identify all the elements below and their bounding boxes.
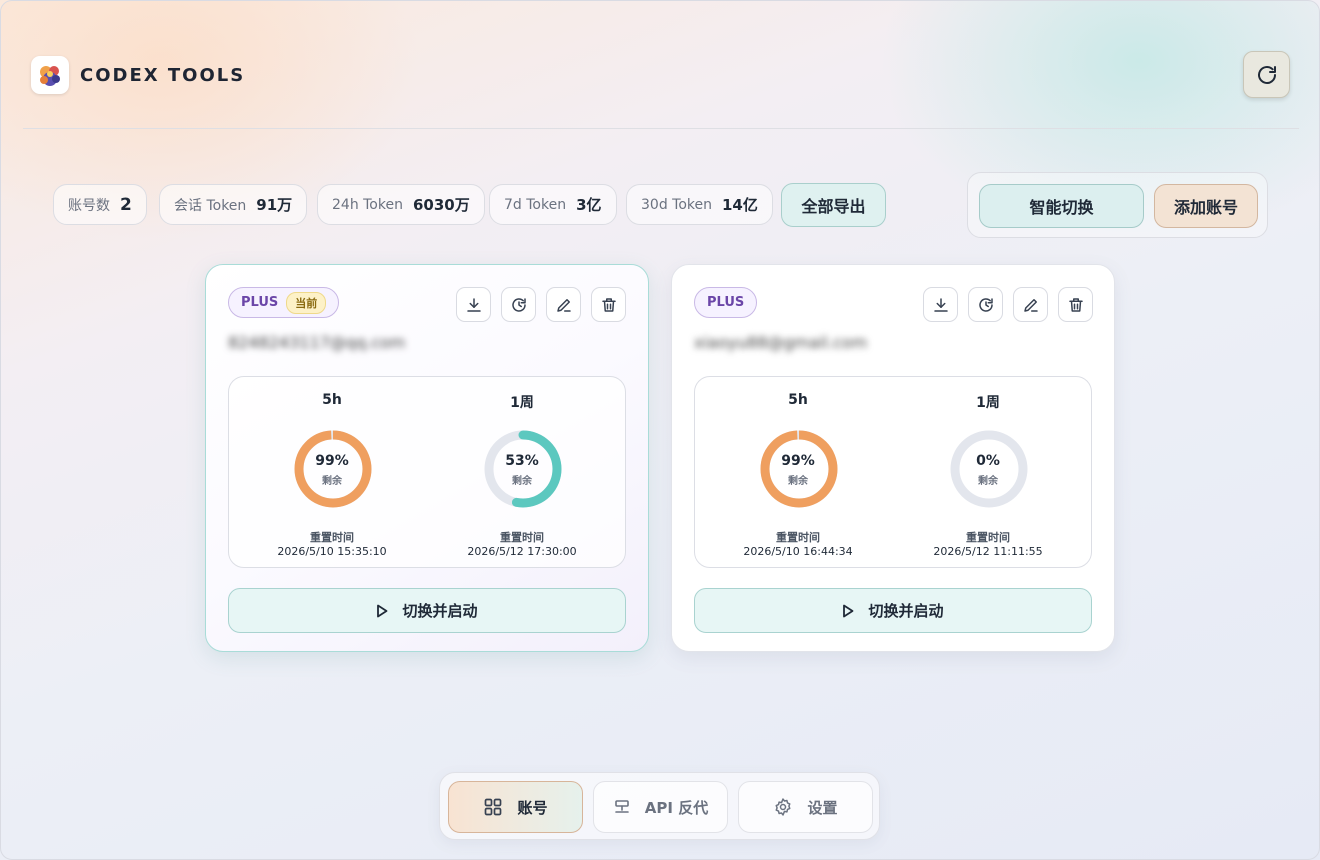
edit-icon	[1022, 296, 1040, 314]
usage-5h: 5h 99% 剩余 重置时间 2026/5/10 16:44:34	[703, 377, 893, 567]
usage-percent: 0%	[976, 453, 1000, 469]
app-logo-icon	[31, 56, 69, 94]
nav-label: 设置	[807, 798, 838, 817]
stat-7d-token: 7d Token 3亿	[489, 184, 617, 225]
nav-tab-api-proxy[interactable]: API 反代	[593, 781, 728, 833]
reset-label: 重置时间	[776, 531, 820, 544]
usage-panel: 5h 99% 剩余 重置时间 2026/5/10 16:44:34 1周 0% …	[694, 376, 1092, 568]
switch-and-launch-button[interactable]: 切换并启动	[694, 588, 1092, 633]
account-email: xiaoyu88@gmail.com	[694, 333, 868, 352]
header: CODEX TOOLS	[23, 41, 1299, 129]
play-icon	[842, 604, 868, 618]
stat-value: 2	[120, 194, 132, 215]
refresh-icon	[1255, 63, 1279, 87]
plan-badge: PLUS	[694, 287, 758, 318]
history-icon	[977, 296, 995, 314]
export-account-button[interactable]	[923, 287, 958, 322]
edit-account-button[interactable]	[1013, 287, 1048, 322]
refresh-usage-button[interactable]	[968, 287, 1003, 322]
play-icon	[376, 604, 402, 618]
stat-session-token: 会话 Token 91万	[159, 184, 308, 225]
stat-label: 30d Token	[641, 196, 712, 213]
usage-ring	[760, 430, 838, 508]
switch-and-launch-button[interactable]: 切换并启动	[228, 588, 626, 633]
nav-tab-accounts[interactable]: 账号	[448, 781, 583, 833]
refresh-usage-button[interactable]	[501, 287, 536, 322]
download-icon	[932, 296, 950, 314]
plan-label: PLUS	[707, 295, 745, 310]
usage-percent: 53%	[505, 453, 539, 469]
stat-value: 6030万	[412, 196, 470, 214]
stat-value: 14亿	[721, 196, 758, 214]
trash-icon	[1067, 296, 1085, 314]
current-tag: 当前	[286, 291, 327, 314]
usage-week: 1周 0% 剩余 重置时间 2026/5/12 11:11:55	[893, 377, 1083, 567]
usage-window-label: 5h	[788, 392, 808, 408]
usage-ring	[294, 430, 372, 508]
stat-30d-token: 30d Token 14亿	[626, 184, 773, 225]
reset-label: 重置时间	[966, 531, 1010, 544]
reset-label: 重置时间	[500, 531, 544, 544]
app-title: CODEX TOOLS	[80, 65, 246, 86]
plan-badge: PLUS 当前	[228, 287, 340, 318]
edit-icon	[555, 296, 573, 314]
stat-account-count: 账号数 2	[53, 184, 147, 225]
usage-week: 1周 53% 剩余 重置时间 2026/5/12 17:30:00	[427, 377, 617, 567]
delete-account-button[interactable]	[591, 287, 626, 322]
account-card: PLUS 当前 8248243117@qq.com 5h 99% 剩余 重置时间…	[205, 264, 649, 652]
nav-label: 账号	[517, 798, 548, 817]
export-account-button[interactable]	[456, 287, 491, 322]
usage-percent: 99%	[781, 453, 815, 469]
stat-label: 7d Token	[504, 196, 567, 213]
gear-icon	[773, 797, 793, 817]
nav-label: API 反代	[644, 798, 709, 817]
usage-remaining-label: 剩余	[322, 476, 342, 487]
add-account-button[interactable]: 添加账号	[1154, 184, 1258, 228]
refresh-button[interactable]	[1243, 51, 1290, 98]
usage-percent: 99%	[315, 453, 349, 469]
usage-window-label: 1周	[976, 395, 1000, 411]
stat-label: 账号数	[68, 197, 110, 214]
reset-time: 2026/5/12 17:30:00	[467, 545, 577, 558]
history-icon	[510, 296, 528, 314]
trash-icon	[600, 296, 618, 314]
usage-window-label: 5h	[322, 392, 342, 408]
usage-remaining-label: 剩余	[788, 476, 808, 487]
stat-label: 会话 Token	[174, 197, 247, 214]
export-all-button[interactable]: 全部导出	[781, 183, 886, 227]
reset-time: 2026/5/10 15:35:10	[277, 545, 387, 558]
reset-label: 重置时间	[310, 531, 354, 544]
usage-5h: 5h 99% 剩余 重置时间 2026/5/10 15:35:10	[237, 377, 427, 567]
stat-label: 24h Token	[332, 196, 403, 213]
edit-account-button[interactable]	[546, 287, 581, 322]
account-email: 8248243117@qq.com	[228, 333, 406, 352]
reset-time: 2026/5/10 16:44:34	[743, 545, 853, 558]
usage-remaining-label: 剩余	[512, 476, 532, 487]
nav-tab-settings[interactable]: 设置	[738, 781, 873, 833]
launch-label: 切换并启动	[868, 602, 944, 620]
app-window: CODEX TOOLS 账号数 2 会话 Token 91万 24h Token…	[0, 0, 1320, 860]
usage-window-label: 1周	[510, 395, 534, 411]
stat-value: 91万	[256, 196, 293, 214]
download-icon	[465, 296, 483, 314]
server-icon	[613, 798, 631, 816]
usage-ring	[950, 430, 1028, 508]
usage-remaining-label: 剩余	[978, 476, 998, 487]
plan-label: PLUS	[241, 295, 279, 310]
reset-time: 2026/5/12 11:11:55	[933, 545, 1043, 558]
stat-24h-token: 24h Token 6030万	[317, 184, 485, 225]
stat-value: 3亿	[576, 196, 602, 214]
bottom-nav: 账号 API 反代 设置	[439, 772, 880, 840]
account-card: PLUS xiaoyu88@gmail.com 5h 99% 剩余 重置时间 2…	[671, 264, 1115, 652]
usage-panel: 5h 99% 剩余 重置时间 2026/5/10 15:35:10 1周 53%…	[228, 376, 626, 568]
grid-icon	[483, 797, 503, 817]
usage-ring	[484, 430, 562, 508]
launch-label: 切换并启动	[402, 602, 478, 620]
delete-account-button[interactable]	[1058, 287, 1093, 322]
action-group: 智能切换 添加账号	[967, 172, 1268, 238]
smart-switch-button[interactable]: 智能切换	[979, 184, 1144, 228]
